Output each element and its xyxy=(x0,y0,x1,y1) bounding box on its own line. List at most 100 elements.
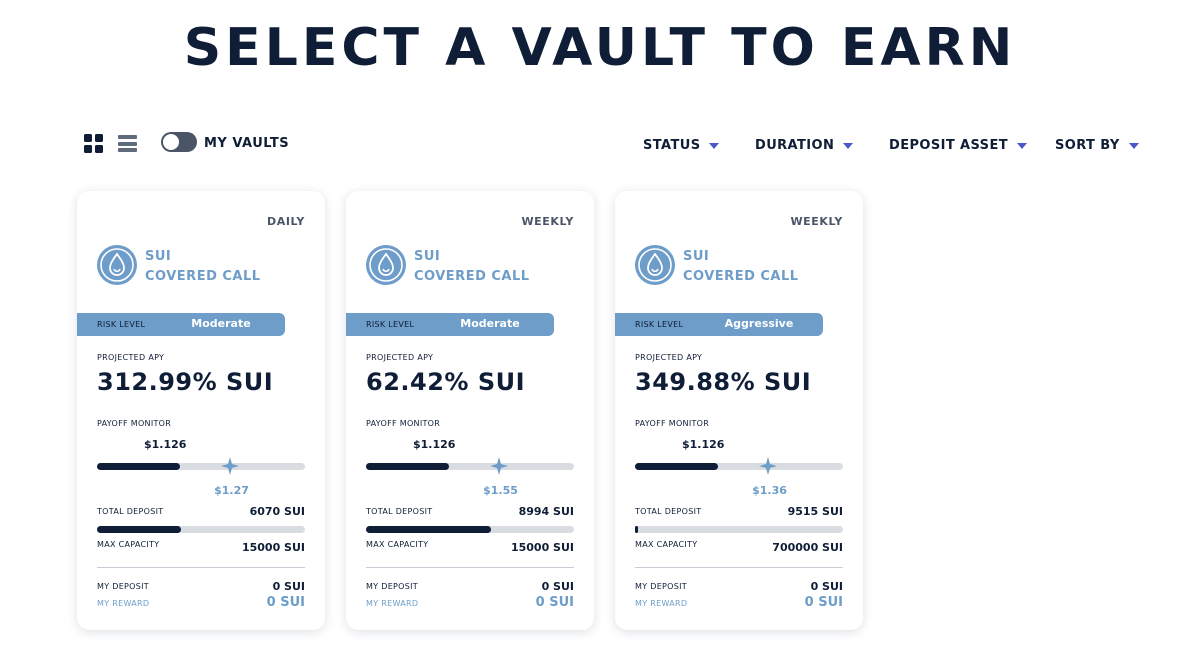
projected-apy-label: PROJECTED APY xyxy=(97,353,165,362)
vault-name: SUI COVERED CALL xyxy=(683,247,799,287)
vault-period: WEEKLY xyxy=(790,215,843,228)
my-vaults-toggle[interactable] xyxy=(161,132,197,152)
vault-card[interactable]: WEEKLY SUI COVERED CALL RISK LEVEL Aggre… xyxy=(615,191,863,630)
capacity-fill xyxy=(635,526,638,533)
my-deposit-value: 0 SUI xyxy=(272,580,305,593)
current-price: $1.126 xyxy=(413,438,456,451)
duration-filter-label: DURATION xyxy=(755,138,835,153)
risk-level-value: Aggressive xyxy=(724,317,794,330)
payoff-track xyxy=(366,457,574,475)
projected-apy-label: PROJECTED APY xyxy=(366,353,434,362)
strike-price: $1.55 xyxy=(483,484,518,497)
total-deposit-label: TOTAL DEPOSIT xyxy=(97,507,164,516)
projected-apy-label: PROJECTED APY xyxy=(635,353,703,362)
current-price: $1.126 xyxy=(682,438,725,451)
max-capacity-label: MAX CAPACITY xyxy=(366,540,429,549)
vault-asset: SUI xyxy=(683,249,710,264)
vault-strategy: COVERED CALL xyxy=(414,269,530,284)
caret-down-icon xyxy=(709,142,720,149)
my-reward-value: 0 SUI xyxy=(266,595,305,610)
risk-level-label: RISK LEVEL xyxy=(635,320,684,329)
card-divider xyxy=(97,567,305,568)
vault-strategy: COVERED CALL xyxy=(683,269,799,284)
sui-logo-icon xyxy=(635,245,675,285)
risk-level-label: RISK LEVEL xyxy=(366,320,415,329)
risk-level-value: Moderate xyxy=(460,317,520,330)
capacity-track xyxy=(366,526,574,533)
vault-toolbar: MY VAULTS STATUS DURATION DEPOSIT ASSET … xyxy=(84,130,1139,160)
my-vaults-label: MY VAULTS xyxy=(204,136,290,151)
status-filter-dropdown[interactable]: STATUS xyxy=(643,138,720,153)
sui-logo-icon xyxy=(366,245,406,285)
strike-star-icon xyxy=(759,457,778,475)
payoff-track xyxy=(635,457,843,475)
deposit-asset-filter-label: DEPOSIT ASSET xyxy=(889,138,1008,153)
total-deposit-value: 9515 SUI xyxy=(787,505,843,518)
deposit-asset-filter-dropdown[interactable]: DEPOSIT ASSET xyxy=(889,138,1027,153)
max-capacity-value: 15000 SUI xyxy=(241,541,305,554)
duration-filter-dropdown[interactable]: DURATION xyxy=(755,138,854,153)
vault-card[interactable]: DAILY SUI COVERED CALL RISK LEVEL Modera… xyxy=(77,191,325,630)
max-capacity-value: 15000 SUI xyxy=(510,541,574,554)
current-price: $1.126 xyxy=(144,438,187,451)
sort-by-dropdown[interactable]: SORT BY xyxy=(1055,138,1139,153)
vault-asset: SUI xyxy=(414,249,441,264)
sui-logo-icon xyxy=(97,245,137,285)
my-deposit-value: 0 SUI xyxy=(541,580,574,593)
total-deposit-value: 8994 SUI xyxy=(518,505,574,518)
vault-name: SUI COVERED CALL xyxy=(414,247,530,287)
my-deposit-value: 0 SUI xyxy=(810,580,843,593)
sort-by-label: SORT BY xyxy=(1055,138,1120,153)
payoff-fill xyxy=(635,463,719,470)
card-divider xyxy=(635,567,843,568)
vault-card[interactable]: WEEKLY SUI COVERED CALL RISK LEVEL Moder… xyxy=(346,191,594,630)
vault-period: WEEKLY xyxy=(521,215,574,228)
vault-name: SUI COVERED CALL xyxy=(145,247,261,287)
projected-apy-value: 312.99% SUI xyxy=(97,368,274,396)
strike-star-icon xyxy=(490,457,509,475)
list-view-icon[interactable] xyxy=(118,135,137,152)
my-reward-value: 0 SUI xyxy=(804,595,843,610)
max-capacity-value: 700000 SUI xyxy=(772,541,843,554)
capacity-track xyxy=(97,526,305,533)
risk-level-value: Moderate xyxy=(191,317,251,330)
payoff-fill xyxy=(366,463,450,470)
card-divider xyxy=(366,567,574,568)
risk-level-bar: RISK LEVEL Aggressive xyxy=(615,313,823,336)
grid-view-icon[interactable] xyxy=(84,134,103,153)
max-capacity-label: MAX CAPACITY xyxy=(97,540,160,549)
my-deposit-label: MY DEPOSIT xyxy=(366,582,418,591)
capacity-fill xyxy=(97,526,182,533)
caret-down-icon xyxy=(1017,142,1027,149)
capacity-fill xyxy=(366,526,491,533)
payoff-fill xyxy=(97,463,181,470)
payoff-monitor-label: PAYOFF MONITOR xyxy=(635,419,710,428)
projected-apy-value: 62.42% SUI xyxy=(366,368,526,396)
max-capacity-label: MAX CAPACITY xyxy=(635,540,698,549)
strike-price: $1.36 xyxy=(752,484,787,497)
total-deposit-label: TOTAL DEPOSIT xyxy=(635,507,702,516)
strike-star-icon xyxy=(221,457,240,475)
strike-price: $1.27 xyxy=(214,484,249,497)
total-deposit-value: 6070 SUI xyxy=(249,505,305,518)
my-deposit-label: MY DEPOSIT xyxy=(97,582,149,591)
toggle-knob xyxy=(163,134,179,150)
my-reward-label: MY REWARD xyxy=(635,599,688,608)
my-reward-value: 0 SUI xyxy=(535,595,574,610)
payoff-monitor-label: PAYOFF MONITOR xyxy=(97,419,172,428)
risk-level-bar: RISK LEVEL Moderate xyxy=(346,313,554,336)
my-reward-label: MY REWARD xyxy=(97,599,150,608)
risk-level-label: RISK LEVEL xyxy=(97,320,146,329)
caret-down-icon xyxy=(1128,142,1139,149)
my-reward-label: MY REWARD xyxy=(366,599,419,608)
status-filter-label: STATUS xyxy=(643,138,701,153)
total-deposit-label: TOTAL DEPOSIT xyxy=(366,507,433,516)
vault-strategy: COVERED CALL xyxy=(145,269,261,284)
vault-asset: SUI xyxy=(145,249,172,264)
my-deposit-label: MY DEPOSIT xyxy=(635,582,687,591)
payoff-track xyxy=(97,457,305,475)
projected-apy-value: 349.88% SUI xyxy=(635,368,812,396)
caret-down-icon xyxy=(843,142,854,149)
capacity-track xyxy=(635,526,843,533)
risk-level-bar: RISK LEVEL Moderate xyxy=(77,313,285,336)
